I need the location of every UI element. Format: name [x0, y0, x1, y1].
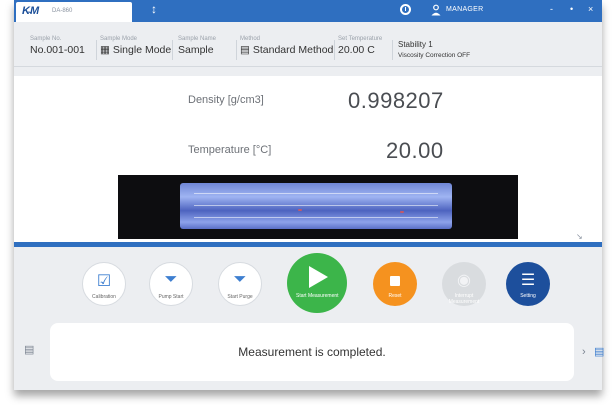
model-name: DA-860: [52, 8, 73, 14]
calibration-button[interactable]: ☑ Calibration: [82, 262, 126, 306]
u-tube-image: [180, 183, 452, 229]
user-name[interactable]: MANAGER: [446, 6, 484, 13]
interrupt-label: Interrupt Measurement: [448, 293, 480, 305]
pump-start-label: Pump Start: [158, 294, 184, 300]
user-icon: [431, 4, 441, 16]
status-message-box: Measurement is completed.: [50, 323, 574, 381]
divider: [392, 40, 393, 60]
kem-logo: K̴M: [22, 5, 40, 17]
stop-icon: [390, 276, 400, 286]
purge-icon: ⏷: [233, 271, 247, 288]
clock-icon[interactable]: [400, 4, 411, 15]
sample-name-label: Sample Name: [178, 36, 217, 42]
method-row: ▤ Standard Method: [240, 44, 333, 56]
setting-label: Setting: [520, 293, 536, 299]
minimize-button[interactable]: -: [550, 4, 553, 14]
checklist-icon: ☑: [96, 273, 112, 290]
sample-no-value: No.001-001: [30, 44, 85, 56]
status-message: Measurement is completed.: [238, 345, 386, 359]
set-temperature-field[interactable]: Set Temperature 20.00 C: [338, 36, 382, 56]
method-label: Method: [240, 36, 261, 42]
close-button[interactable]: ×: [588, 4, 593, 14]
reset-label: Reset: [388, 293, 402, 299]
sample-mode-row: ▦ Single Mode: [100, 44, 171, 56]
start-purge-label: Start Purge: [227, 294, 253, 300]
arrow-icon: ›: [582, 346, 586, 358]
set-temperature-label: Set Temperature: [338, 36, 383, 42]
divider: [96, 40, 97, 60]
calibration-label: Calibration: [92, 294, 116, 300]
start-measurement-label: Start Measurement: [296, 293, 339, 299]
start-measurement-button[interactable]: Start Measurement: [287, 253, 347, 313]
start-purge-button[interactable]: ⏷ Start Purge: [218, 262, 262, 306]
tab-home[interactable]: K̴M DA-860: [16, 2, 132, 22]
interrupt-icon: ◉: [457, 272, 471, 289]
progress-bar: [14, 242, 602, 247]
viscosity-correction: Viscosity Correction OFF: [398, 52, 471, 59]
density-value: 0.998207: [348, 88, 444, 113]
u-tube-camera-view[interactable]: [118, 175, 518, 239]
expand-icon[interactable]: ↘: [576, 232, 583, 241]
instrument-screen: K̴M DA-860 ↕ MANAGER - • × Sample No. No…: [14, 0, 602, 390]
document-icon: ▤: [240, 44, 253, 56]
maximize-button[interactable]: •: [570, 4, 573, 14]
stability-value: Stability 1: [398, 40, 433, 49]
sample-mode-value: Single Mode: [112, 44, 172, 56]
sample-name-value: Sample: [178, 44, 214, 56]
temperature-label: Temperature [°C]: [188, 144, 272, 156]
title-bar: K̴M DA-860 ↕ MANAGER - • ×: [14, 0, 602, 22]
menu-icon: ☰: [520, 272, 536, 289]
new-tab-icon[interactable]: ↕: [151, 2, 157, 16]
sample-info-strip: Sample No. No.001-001 Sample Mode ▦ Sing…: [14, 22, 602, 67]
pump-icon: ⏷: [164, 271, 178, 288]
setting-button[interactable]: ☰ Setting: [506, 262, 550, 306]
mode-icon: ▦: [100, 44, 113, 56]
stability-info: Stability 1 Viscosity Correction OFF: [398, 40, 470, 62]
divider: [334, 40, 335, 60]
sample-no-label: Sample No.: [30, 36, 62, 42]
play-icon: [309, 266, 328, 288]
sample-no-field[interactable]: Sample No. No.001-001: [30, 36, 85, 56]
pump-start-button[interactable]: ⏷ Pump Start: [149, 262, 193, 306]
measurement-panel: Density [g/cm3] 0.998207 Temperature [°C…: [14, 76, 602, 242]
sample-name-field[interactable]: Sample Name Sample: [178, 36, 216, 56]
reset-button[interactable]: Reset: [373, 262, 417, 306]
message-icon[interactable]: ▤: [594, 345, 604, 358]
temperature-value: 20.00: [386, 138, 444, 163]
density-label: Density [g/cm3]: [188, 94, 264, 106]
method-value: Standard Method: [252, 44, 334, 56]
interrupt-measurement-button[interactable]: ◉ Interrupt Measurement: [442, 262, 486, 306]
sample-mode-field[interactable]: Sample Mode ▦ Single Mode: [100, 36, 171, 56]
log-icon[interactable]: ▤: [24, 343, 34, 356]
set-temperature-value: 20.00 C: [338, 44, 375, 56]
divider: [236, 40, 237, 60]
method-field[interactable]: Method ▤ Standard Method: [240, 36, 333, 56]
sample-mode-label: Sample Mode: [100, 36, 138, 42]
divider: [172, 40, 173, 60]
